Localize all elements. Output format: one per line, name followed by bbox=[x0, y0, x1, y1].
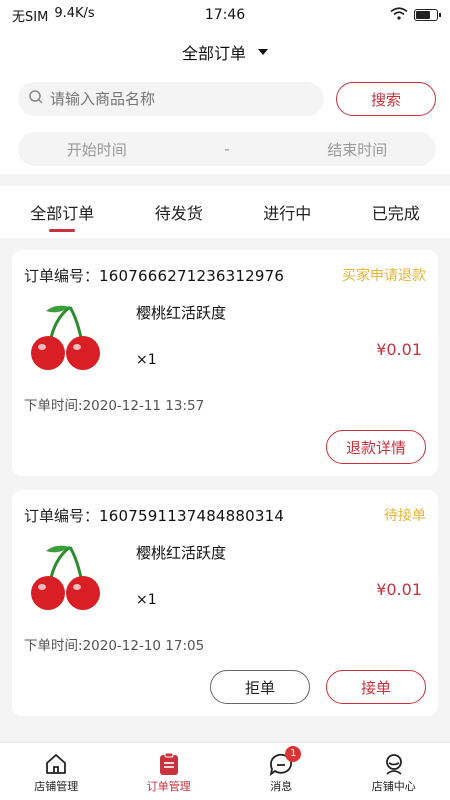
product-price: ¥0.01 bbox=[376, 340, 422, 359]
end-date-field[interactable]: 结束时间 bbox=[327, 139, 387, 160]
order-status: 待接单 bbox=[384, 508, 426, 524]
date-separator: - bbox=[224, 140, 230, 158]
search-icon bbox=[28, 89, 44, 109]
home-icon bbox=[44, 750, 68, 778]
order-time-value: 2020-12-10 17:05 bbox=[82, 638, 205, 654]
reject-order-button[interactable]: 拒单 bbox=[210, 670, 310, 704]
top-area: 无SIM 9.4K/s 17:46 全部订单 请输入商品名称 搜索 开始时间 -… bbox=[0, 0, 450, 174]
order-number: 订单编号：1607666271236312976 bbox=[24, 265, 284, 286]
bottom-nav: 店铺管理 订单管理 1 消息 店铺中心 bbox=[0, 742, 450, 800]
tab-all-orders[interactable]: 全部订单 bbox=[30, 186, 94, 238]
network-speed: 9.4K/s bbox=[54, 5, 95, 21]
battery-icon bbox=[414, 9, 441, 21]
status-left: 无SIM 9.4K/s bbox=[12, 6, 95, 25]
cherry-image bbox=[24, 538, 108, 614]
nav-shop-management[interactable]: 店铺管理 bbox=[6, 750, 106, 794]
order-status: 买家申请退款 bbox=[342, 268, 426, 284]
nav-shop-center[interactable]: 店铺中心 bbox=[344, 750, 444, 794]
shop-center-icon bbox=[382, 750, 406, 778]
status-bar: 无SIM 9.4K/s 17:46 bbox=[0, 0, 450, 30]
refund-details-button[interactable]: 退款详情 bbox=[326, 430, 426, 464]
product-row: 樱桃红活跃度 ×1 ¥0.01 bbox=[24, 538, 426, 622]
product-name: 樱桃红活跃度 bbox=[136, 304, 227, 322]
nav-label: 消息 bbox=[270, 779, 293, 793]
order-card[interactable]: 订单编号：1607591137484880314 待接单 樱桃红活跃度 ×1 ¥… bbox=[12, 490, 438, 716]
message-badge: 1 bbox=[285, 745, 302, 762]
order-actions: 拒单 接单 bbox=[24, 670, 426, 704]
search-box bbox=[18, 82, 324, 116]
date-row: 开始时间 - 结束时间 bbox=[0, 124, 450, 174]
search-button[interactable]: 搜索 bbox=[336, 82, 436, 116]
accept-order-button[interactable]: 接单 bbox=[326, 670, 426, 704]
order-card[interactable]: 订单编号：1607666271236312976 买家申请退款 樱桃红活跃度 ×… bbox=[12, 250, 438, 476]
product-price: ¥0.01 bbox=[376, 580, 422, 599]
page-title: 全部订单 bbox=[181, 44, 246, 63]
search-row: 搜索 bbox=[0, 74, 450, 124]
tab-completed[interactable]: 已完成 bbox=[372, 186, 420, 238]
order-time-label: 下单时间: bbox=[24, 638, 83, 654]
start-date-field[interactable]: 开始时间 bbox=[67, 139, 127, 160]
caret-down-icon bbox=[258, 49, 268, 55]
date-range: 开始时间 - 结束时间 bbox=[18, 132, 436, 166]
cherry-image bbox=[24, 298, 108, 374]
order-time-value: 2020-12-11 13:57 bbox=[82, 398, 205, 414]
order-number-value: 1607591137484880314 bbox=[99, 506, 285, 525]
nav-messages[interactable]: 1 消息 bbox=[231, 745, 331, 794]
product-name: 樱桃红活跃度 bbox=[136, 544, 227, 562]
tab-in-progress[interactable]: 进行中 bbox=[263, 186, 311, 238]
order-number-label: 订单编号： bbox=[24, 266, 100, 285]
order-number-value: 1607666271236312976 bbox=[99, 266, 285, 285]
status-right bbox=[390, 6, 441, 24]
order-number: 订单编号：1607591137484880314 bbox=[24, 505, 284, 526]
status-time: 17:46 bbox=[204, 7, 246, 23]
order-time-label: 下单时间: bbox=[24, 398, 83, 414]
order-number-label: 订单编号： bbox=[24, 506, 100, 525]
divider-band bbox=[0, 174, 450, 186]
nav-label: 店铺管理 bbox=[34, 779, 79, 793]
order-filter-dropdown[interactable]: 全部订单 bbox=[0, 30, 450, 74]
order-header: 订单编号：1607591137484880314 待接单 bbox=[24, 502, 426, 528]
search-input[interactable] bbox=[50, 90, 324, 108]
nav-label: 订单管理 bbox=[146, 779, 191, 793]
nav-order-management[interactable]: 订单管理 bbox=[119, 750, 219, 794]
order-icon bbox=[158, 750, 180, 778]
order-time: 下单时间:2020-12-11 13:57 bbox=[24, 394, 426, 414]
nav-label: 店铺中心 bbox=[371, 779, 416, 793]
order-time: 下单时间:2020-12-10 17:05 bbox=[24, 634, 426, 654]
wifi-icon bbox=[390, 6, 408, 24]
carrier-text: 无SIM bbox=[12, 9, 49, 25]
tab-to-ship[interactable]: 待发货 bbox=[155, 186, 203, 238]
order-actions: 退款详情 bbox=[24, 430, 426, 464]
order-header: 订单编号：1607666271236312976 买家申请退款 bbox=[24, 262, 426, 288]
order-tabs: 全部订单 待发货 进行中 已完成 bbox=[0, 186, 450, 238]
order-list: 订单编号：1607666271236312976 买家申请退款 樱桃红活跃度 ×… bbox=[0, 238, 450, 716]
product-row: 樱桃红活跃度 ×1 ¥0.01 bbox=[24, 298, 426, 382]
